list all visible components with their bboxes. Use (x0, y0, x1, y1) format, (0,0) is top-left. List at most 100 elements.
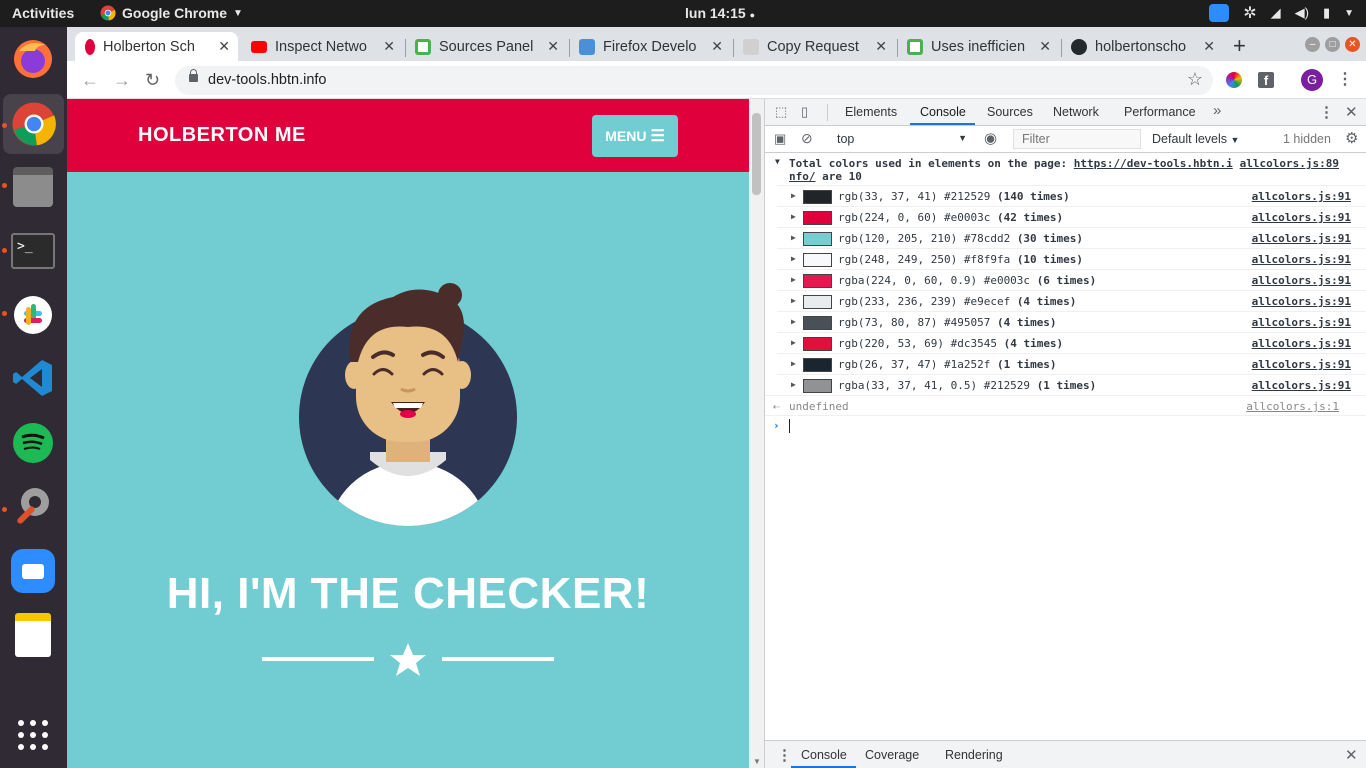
tab-console[interactable]: Console (920, 105, 966, 119)
forward-button[interactable]: → (113, 70, 131, 91)
close-icon[interactable]: ✕ (875, 38, 887, 55)
activities-button[interactable]: Activities (12, 5, 74, 21)
reload-button[interactable]: ↻ (145, 70, 160, 91)
sidebar-toggle-icon[interactable]: ▣ (774, 131, 786, 147)
tab-uses-inefficient[interactable]: Uses inefficien ✕ (897, 32, 1059, 61)
close-icon[interactable]: ✕ (711, 38, 723, 55)
tab-copy-request[interactable]: Copy Request ✕ (733, 32, 895, 61)
log-levels-dropdown[interactable]: Default levels ▼ (1152, 132, 1239, 146)
tab-sources-panel[interactable]: Sources Panel ✕ (405, 32, 567, 61)
source-link[interactable]: allcolors.js:91 (1252, 232, 1351, 245)
lock-icon[interactable] (189, 69, 198, 82)
wifi-icon[interactable]: ◢ (1271, 5, 1281, 21)
context-selector[interactable]: top ▼ (837, 132, 967, 146)
menu-button[interactable]: MENU ☰ (592, 115, 678, 157)
clock[interactable]: lun 14:15 ● (685, 5, 755, 21)
collapsed-triangle-icon[interactable]: ▶ (791, 191, 796, 200)
eye-icon[interactable]: ◉ (984, 129, 997, 147)
source-link[interactable]: allcolors.js:91 (1252, 337, 1351, 350)
close-devtools-icon[interactable]: ✕ (1345, 103, 1358, 121)
source-link[interactable]: allcolors.js:91 (1252, 379, 1351, 392)
collapsed-triangle-icon[interactable]: ▶ (791, 212, 796, 221)
collapsed-triangle-icon[interactable]: ▶ (791, 338, 796, 347)
network-tray-icon[interactable]: ✲ (1243, 3, 1256, 23)
tab-network[interactable]: Network (1053, 105, 1099, 119)
tab-sources[interactable]: Sources (987, 105, 1033, 119)
color-extension-icon[interactable] (1226, 72, 1242, 88)
color-row[interactable]: ▶ rgb(224, 0, 60) #e0003c (42 times) allco… (777, 206, 1366, 227)
source-link[interactable]: allcolors.js:1 (1246, 400, 1339, 413)
settings-icon[interactable] (9, 482, 57, 530)
device-toolbar-icon[interactable]: ▯ (801, 104, 808, 120)
zoom-tray-icon[interactable] (1209, 4, 1230, 22)
site-title[interactable]: HOLBERTON ME (138, 124, 306, 147)
tab-elements[interactable]: Elements (845, 105, 897, 119)
facebook-extension-icon[interactable]: f (1258, 72, 1274, 88)
collapsed-triangle-icon[interactable]: ▶ (791, 233, 796, 242)
tab-inspect-network[interactable]: Inspect Netwo ✕ (241, 32, 403, 61)
drawer-menu-icon[interactable]: ⋮ (777, 746, 792, 764)
vscode-icon[interactable] (9, 354, 57, 402)
address-bar[interactable]: dev-tools.hbtn.info ☆ (175, 66, 1213, 95)
expanded-triangle-icon[interactable]: ▼ (775, 157, 780, 166)
more-tabs-icon[interactable]: » (1213, 102, 1221, 119)
color-row[interactable]: ▶ rgb(33, 37, 41) #212529 (140 times) allc… (777, 185, 1366, 206)
tab-holberton[interactable]: Holberton Sch ✕ (75, 32, 238, 61)
close-icon[interactable]: ✕ (383, 38, 395, 55)
notes-icon[interactable] (9, 611, 57, 659)
app-grid-icon[interactable] (9, 711, 57, 759)
filter-input[interactable] (1013, 129, 1141, 149)
bookmark-star-icon[interactable]: ☆ (1187, 69, 1203, 90)
more-menu-icon[interactable]: ⋮ (1337, 69, 1353, 89)
avatar[interactable]: G (1301, 69, 1323, 91)
scrollbar-thumb[interactable] (752, 113, 761, 195)
color-row[interactable]: ▶ rgb(26, 37, 47) #1a252f (1 times) allcol… (777, 353, 1366, 374)
source-link[interactable]: allcolors.js:91 (1252, 295, 1351, 308)
app-menu[interactable]: Google Chrome ▼ (100, 5, 243, 21)
collapsed-triangle-icon[interactable]: ▶ (791, 359, 796, 368)
source-link[interactable]: allcolors.js:91 (1252, 253, 1351, 266)
color-row[interactable]: ▶ rgb(248, 249, 250) #f8f9fa (10 times) al… (777, 248, 1366, 269)
color-row[interactable]: ▶ rgb(233, 236, 239) #e9ecef (4 times) all… (777, 290, 1366, 311)
color-row[interactable]: ▶ rgb(120, 205, 210) #78cdd2 (30 times) al… (777, 227, 1366, 248)
source-link[interactable]: allcolors.js:89 (1240, 157, 1339, 170)
maximize-button[interactable]: □ (1325, 37, 1340, 52)
chrome-icon[interactable] (3, 94, 64, 154)
scroll-down-arrow[interactable]: ▼ (753, 757, 761, 766)
minimize-button[interactable]: – (1305, 37, 1320, 52)
files-icon[interactable] (9, 163, 57, 211)
new-tab-button[interactable]: + (1233, 33, 1246, 59)
close-drawer-icon[interactable]: ✕ (1345, 746, 1358, 764)
battery-icon[interactable]: ▮ (1323, 5, 1330, 21)
console-group-header[interactable]: ▼ Total colors used in elements on the p… (765, 155, 1366, 185)
tab-firefox-developer[interactable]: Firefox Develo ✕ (569, 32, 731, 61)
collapsed-triangle-icon[interactable]: ▶ (791, 296, 796, 305)
color-row[interactable]: ▶ rgba(33, 37, 41, 0.5) #212529 (1 times)… (777, 374, 1366, 395)
close-icon[interactable]: ✕ (1203, 38, 1215, 55)
collapsed-triangle-icon[interactable]: ▶ (791, 275, 796, 284)
drawer-tab-console[interactable]: Console (801, 748, 847, 762)
source-link[interactable]: allcolors.js:91 (1252, 190, 1351, 203)
close-window-button[interactable]: ✕ (1345, 37, 1360, 52)
spotify-icon[interactable] (9, 419, 57, 467)
close-icon[interactable]: ✕ (218, 38, 230, 55)
source-link[interactable]: allcolors.js:91 (1252, 358, 1351, 371)
drawer-tab-rendering[interactable]: Rendering (945, 748, 1003, 762)
zoom-icon[interactable] (9, 547, 57, 595)
terminal-icon[interactable]: >_ (9, 227, 57, 275)
color-row[interactable]: ▶ rgb(73, 80, 87) #495057 (4 times) allcol… (777, 311, 1366, 332)
source-link[interactable]: allcolors.js:91 (1252, 211, 1351, 224)
collapsed-triangle-icon[interactable]: ▶ (791, 380, 796, 389)
slack-icon[interactable] (9, 291, 57, 339)
color-row[interactable]: ▶ rgba(224, 0, 60, 0.9) #e0003c (6 times)… (777, 269, 1366, 290)
page-scrollbar[interactable]: ▼ (749, 99, 764, 768)
tab-github[interactable]: holbertonscho ✕ (1061, 32, 1223, 61)
devtools-menu-icon[interactable]: ⋮ (1319, 103, 1334, 121)
inspect-element-icon[interactable]: ⬚ (775, 104, 787, 120)
close-icon[interactable]: ✕ (1039, 38, 1051, 55)
source-link[interactable]: allcolors.js:91 (1252, 316, 1351, 329)
tab-performance[interactable]: Performance (1124, 105, 1196, 119)
back-button[interactable]: ← (81, 70, 99, 91)
collapsed-triangle-icon[interactable]: ▶ (791, 317, 796, 326)
clear-console-icon[interactable]: ⊘ (801, 130, 813, 147)
